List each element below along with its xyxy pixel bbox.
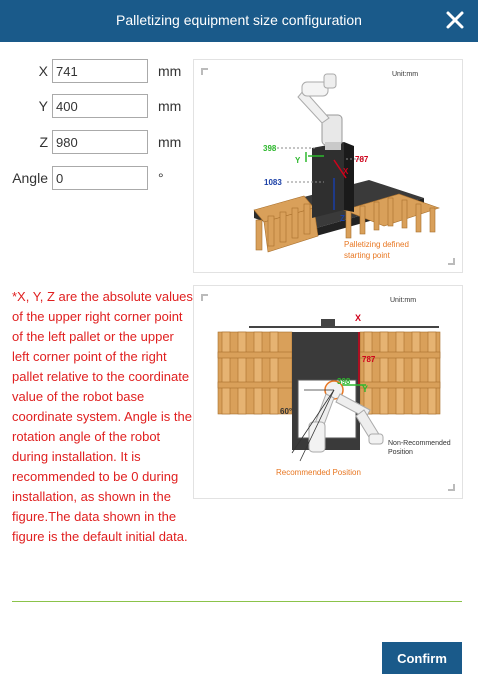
- dialog-title: Palletizing equipment size configuration: [116, 12, 362, 28]
- close-icon[interactable]: [444, 9, 466, 31]
- fig2-recommended: Recommended Position: [276, 468, 361, 477]
- field-z-unit: mm: [158, 134, 182, 150]
- field-angle-unit: °: [158, 170, 164, 186]
- fig2-nonrec-line1: Non-Recommended: [388, 440, 451, 447]
- figure-top-view: Unit:mm X 787 398 Y 60° Non-Recommended …: [193, 285, 463, 499]
- field-y-unit: mm: [158, 98, 182, 114]
- fig1-axis-y: Y: [295, 156, 301, 165]
- fig1-caption-line1: Palletizing defined: [344, 240, 409, 249]
- y-input[interactable]: [52, 94, 148, 118]
- fig1-dim-y: 398: [263, 144, 277, 153]
- field-y-label: Y: [38, 98, 48, 114]
- figure-top-illustration: Unit:mm X 787 398 Y 60° Non-Recommended …: [217, 297, 451, 477]
- fig1-dim-z: 1083: [264, 178, 282, 187]
- figure-3d-view: 398 Y 787 X 1083 Z Unit:mm Palletizing d…: [193, 59, 463, 273]
- z-input[interactable]: [52, 130, 148, 154]
- dialog-header: Palletizing equipment size configuration: [0, 0, 478, 42]
- palletizing-config-dialog: Palletizing equipment size configuration…: [0, 0, 478, 688]
- field-z-label: Z: [39, 134, 48, 150]
- fig1-unit: Unit:mm: [392, 71, 418, 78]
- config-note: *X, Y, Z are the absolute values of the …: [12, 289, 193, 544]
- fig2-angle: 60°: [280, 407, 292, 416]
- angle-input[interactable]: [52, 166, 148, 190]
- fig2-axis-x: X: [355, 313, 361, 323]
- field-angle-label: Angle: [12, 170, 48, 186]
- fig1-caption-line2: starting point: [344, 251, 391, 260]
- confirm-button[interactable]: Confirm: [382, 642, 462, 674]
- x-input[interactable]: [52, 59, 148, 83]
- fig2-dim-y: 398: [337, 377, 351, 386]
- fig1-dim-x: 787: [355, 155, 369, 164]
- field-x-unit: mm: [158, 63, 182, 79]
- fig2-nonrec-line2: Position: [388, 449, 413, 456]
- field-x-label: X: [38, 63, 48, 79]
- fig2-unit: Unit:mm: [390, 297, 416, 304]
- fig2-dim-x: 787: [362, 355, 376, 364]
- fig2-axis-y: Y: [362, 384, 368, 394]
- fig1-axis-x: X: [343, 167, 349, 176]
- figure-3d-illustration: 398 Y 787 X 1083 Z Unit:mm Palletizing d…: [253, 71, 440, 260]
- footer-divider: [12, 601, 462, 602]
- fig1-axis-z: Z: [340, 214, 345, 223]
